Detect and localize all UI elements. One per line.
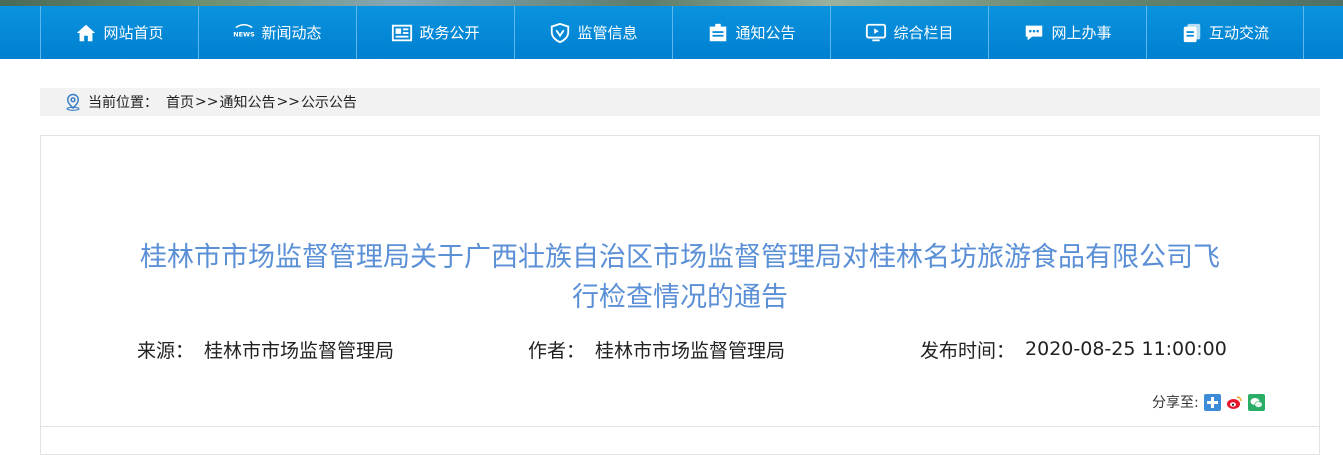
- nav-item-label: 网站首页: [103, 24, 164, 42]
- article-date: 发布时间： 2020-08-25 11:00:00: [920, 335, 1227, 363]
- news-icon: NEWS: [233, 22, 255, 44]
- monitor-icon: [865, 22, 887, 44]
- nav-item-label: 政务公开: [419, 24, 480, 42]
- location-pin-icon: [64, 93, 82, 111]
- breadcrumb-separator: >>: [195, 94, 219, 110]
- notice-icon: [707, 22, 729, 44]
- article-source: 来源： 桂林市市场监督管理局: [137, 335, 394, 363]
- nav-item-label: 通知公告: [735, 24, 796, 42]
- newspaper-icon: [391, 22, 413, 44]
- home-icon: [75, 22, 97, 44]
- breadcrumb-separator: >>: [276, 94, 300, 110]
- nav-item-government-affairs[interactable]: 政务公开: [356, 6, 514, 59]
- author-value: 桂林市市场监督管理局: [595, 339, 786, 362]
- date-label: 发布时间：: [920, 339, 1016, 362]
- nav-item-label: 互动交流: [1208, 24, 1269, 42]
- nav-item-news[interactable]: NEWS 新闻动态: [198, 6, 356, 59]
- date-value: 2020-08-25 11:00:00: [1025, 338, 1227, 360]
- nav-item-supervision[interactable]: 监管信息: [514, 6, 672, 59]
- nav-item-notices[interactable]: 通知公告: [672, 6, 830, 59]
- shield-icon: [549, 22, 571, 44]
- main-navigation: 网站首页 NEWS 新闻动态 政务公开 监管信息 通知公告 综合栏目 网上办事 …: [0, 6, 1343, 59]
- nav-item-online-services[interactable]: 网上办事: [988, 6, 1146, 59]
- svg-text:NEWS: NEWS: [234, 30, 256, 38]
- document-icon: [1181, 22, 1203, 44]
- breadcrumb-prefix: 当前位置：: [88, 95, 158, 111]
- breadcrumb-home-link[interactable]: 首页: [166, 92, 194, 112]
- nav-item-home[interactable]: 网站首页: [40, 6, 198, 59]
- weibo-icon[interactable]: [1226, 394, 1243, 411]
- breadcrumb-public-notice-link[interactable]: 公示公告: [301, 92, 357, 112]
- wechat-icon[interactable]: [1247, 393, 1265, 411]
- share-label: 分享至:: [1152, 395, 1199, 411]
- author-label: 作者：: [528, 339, 586, 362]
- source-label: 来源：: [137, 339, 195, 362]
- breadcrumb-notices-link[interactable]: 通知公告: [219, 92, 275, 112]
- plus-share-icon[interactable]: [1203, 393, 1221, 411]
- nav-item-label: 新闻动态: [261, 24, 322, 42]
- nav-item-label: 监管信息: [577, 24, 638, 42]
- article-title: 桂林市市场监督管理局关于广西壮族自治区市场监督管理局对桂林名坊旅游食品有限公司飞…: [40, 238, 1320, 318]
- nav-item-comprehensive[interactable]: 综合栏目: [830, 6, 988, 59]
- article-title-line: 桂林市市场监督管理局关于广西壮族自治区市场监督管理局对桂林名坊旅游食品有限公司飞: [140, 242, 1220, 273]
- nav-item-interaction[interactable]: 互动交流: [1146, 6, 1304, 59]
- article-title-line: 行检查情况的通告: [572, 282, 788, 313]
- breadcrumb: 当前位置： 首页 >> 通知公告 >> 公示公告: [40, 88, 1320, 116]
- source-value: 桂林市市场监督管理局: [204, 339, 395, 362]
- share-bar: 分享至:: [1152, 391, 1265, 413]
- chat-icon: [1023, 22, 1045, 44]
- article-author: 作者： 桂林市市场监督管理局: [528, 335, 785, 363]
- nav-item-label: 综合栏目: [893, 24, 954, 42]
- divider: [40, 426, 1320, 427]
- nav-item-label: 网上办事: [1051, 24, 1112, 42]
